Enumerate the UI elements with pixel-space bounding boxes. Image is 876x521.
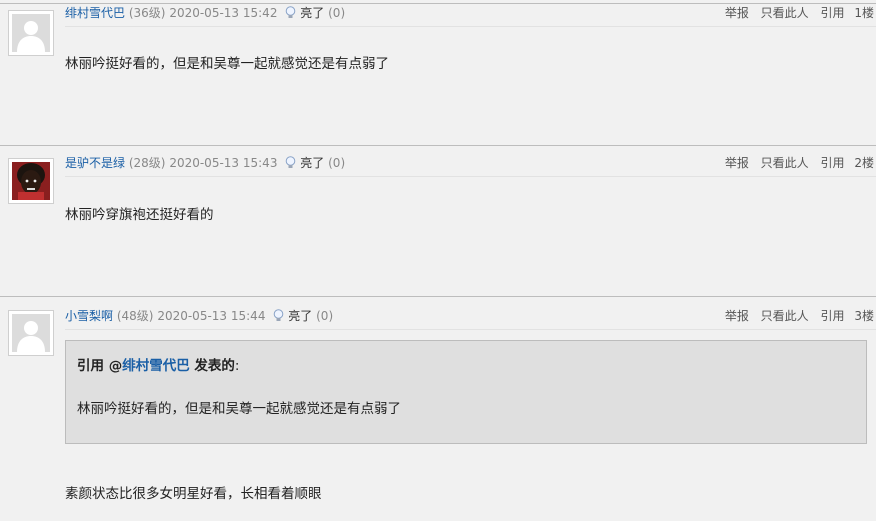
like-count: (0): [328, 156, 346, 170]
lightbulb-icon[interactable]: [285, 156, 296, 169]
like-button[interactable]: 亮了: [300, 156, 324, 170]
post-divider: [0, 296, 876, 297]
post-actions: 举报 只看此人 引用 3楼: [717, 309, 874, 323]
username-link[interactable]: 是驴不是绿: [65, 156, 125, 170]
like-count: (0): [328, 6, 346, 20]
lightbulb-icon[interactable]: [273, 309, 284, 322]
post-time: 2020-05-13 15:42: [169, 6, 278, 20]
post-content: 林丽吟挺好看的，但是和吴尊一起就感觉还是有点弱了: [65, 56, 389, 72]
quoted-username-link[interactable]: 绯村雪代巴: [122, 358, 190, 374]
post-meta: 是驴不是绿 (28级) 2020-05-13 15:43 亮了 (0): [65, 156, 345, 170]
quote-prefix: 引用 @: [77, 358, 123, 374]
quote-link[interactable]: 引用: [821, 156, 845, 170]
user-level: (48级): [116, 309, 154, 323]
post-actions: 举报 只看此人 引用 1楼: [717, 6, 874, 20]
avatar[interactable]: [8, 310, 54, 356]
quote-header: 引用 @绯村雪代巴 发表的:: [77, 354, 239, 374]
like-button[interactable]: 亮了: [300, 6, 324, 20]
lightbulb-icon[interactable]: [285, 6, 296, 19]
post-actions: 举报 只看此人 引用 2楼: [717, 156, 874, 170]
user-level: (28级): [128, 156, 166, 170]
username-link[interactable]: 绯村雪代巴: [65, 6, 125, 20]
like-count: (0): [316, 309, 334, 323]
meta-divider: [65, 176, 876, 177]
meta-divider: [65, 26, 876, 27]
post-content: 林丽吟穿旗袍还挺好看的: [65, 207, 214, 223]
post-meta: 绯村雪代巴 (36级) 2020-05-13 15:42 亮了 (0): [65, 6, 345, 20]
quote-block: 引用 @绯村雪代巴 发表的: 林丽吟挺好看的，但是和吴尊一起就感觉还是有点弱了: [65, 340, 867, 444]
floor-number: 1楼: [854, 6, 874, 20]
post-meta: 小雪梨啊 (48级) 2020-05-13 15:44 亮了 (0): [65, 309, 333, 323]
avatar[interactable]: [8, 158, 54, 204]
floor-number: 3楼: [854, 309, 874, 323]
default-avatar-icon: [12, 314, 50, 352]
post-time: 2020-05-13 15:44: [157, 309, 266, 323]
like-button[interactable]: 亮了: [288, 309, 312, 323]
only-this-user-link[interactable]: 只看此人: [761, 6, 809, 20]
report-link[interactable]: 举报: [725, 6, 749, 20]
quoted-text: 林丽吟挺好看的，但是和吴尊一起就感觉还是有点弱了: [77, 401, 401, 417]
quote-link[interactable]: 引用: [821, 6, 845, 20]
post-3: 小雪梨啊 (48级) 2020-05-13 15:44 亮了 (0) 举报 只看…: [0, 296, 876, 521]
default-avatar-icon: [12, 14, 50, 52]
floor-number: 2楼: [854, 156, 874, 170]
post-1: 绯村雪代巴 (36级) 2020-05-13 15:42 亮了 (0) 举报 只…: [0, 0, 876, 147]
post-2: 是驴不是绿 (28级) 2020-05-13 15:43 亮了 (0) 举报 只…: [0, 145, 876, 298]
meta-divider: [65, 329, 876, 330]
quote-suffix: 发表的: [189, 358, 235, 374]
user-level: (36级): [128, 6, 166, 20]
quote-colon: :: [234, 358, 240, 374]
quote-link[interactable]: 引用: [821, 309, 845, 323]
report-link[interactable]: 举报: [725, 156, 749, 170]
user-photo-avatar: [12, 162, 50, 200]
post-time: 2020-05-13 15:43: [169, 156, 278, 170]
report-link[interactable]: 举报: [725, 309, 749, 323]
post-divider: [0, 145, 876, 146]
username-link[interactable]: 小雪梨啊: [65, 309, 113, 323]
post-content: 素颜状态比很多女明星好看，长相看着顺眼: [65, 486, 322, 502]
only-this-user-link[interactable]: 只看此人: [761, 309, 809, 323]
post-divider: [0, 3, 876, 4]
avatar[interactable]: [8, 10, 54, 56]
only-this-user-link[interactable]: 只看此人: [761, 156, 809, 170]
